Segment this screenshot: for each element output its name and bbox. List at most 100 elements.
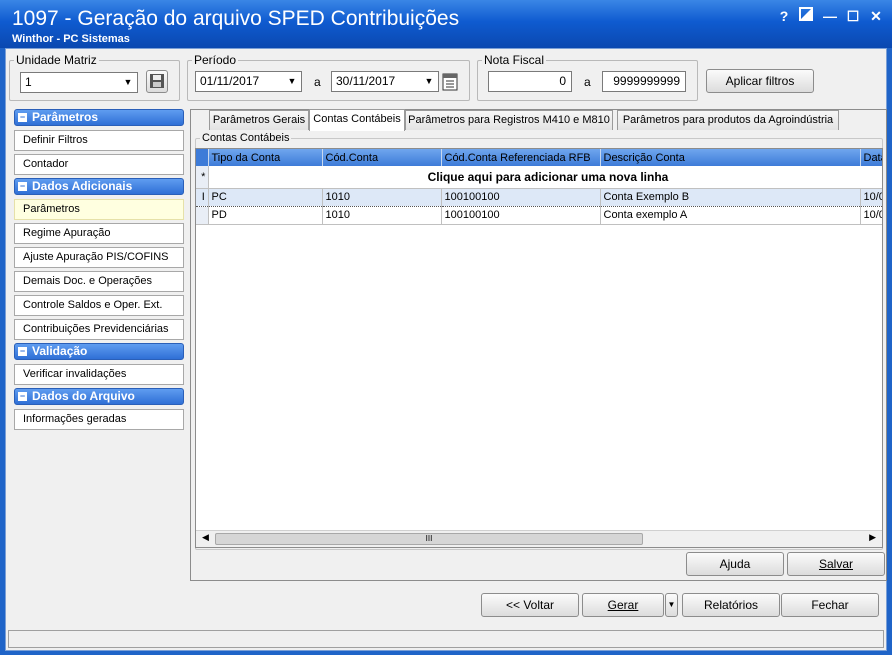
generate-button-label: Gerar (607, 598, 639, 612)
horizontal-scrollbar[interactable]: ◀ III ▶ (196, 530, 882, 547)
window-title: 1097 - Geração do arquivo SPED Contribui… (12, 7, 460, 30)
collapse-icon[interactable]: − (18, 347, 27, 356)
chevron-down-icon[interactable]: ▼ (121, 75, 135, 90)
tab-contas-contabeis[interactable]: Contas Contábeis (309, 109, 405, 131)
date-to-value: 30/11/2017 (336, 74, 396, 88)
table-cell[interactable]: Conta Exemplo B (600, 187, 861, 207)
nota-to-input[interactable]: 9999999999 (602, 71, 686, 92)
sidebar-section-header[interactable]: − Validação (14, 343, 184, 360)
sidebar-section-header[interactable]: − Parâmetros (14, 109, 184, 126)
save-button[interactable]: Salvar (787, 552, 885, 576)
nota-from-input[interactable]: 0 (488, 71, 572, 92)
sidebar-item[interactable]: Demais Doc. e Operações (14, 271, 184, 292)
sidebar-section-title: Dados do Arquivo (32, 389, 135, 403)
sidebar-item[interactable]: Controle Saldos e Oper. Ext. (14, 295, 184, 316)
tab-panel: Parâmetros Gerais Contas Contábeis Parâm… (190, 109, 887, 581)
sidebar-item[interactable]: Definir Filtros (14, 130, 184, 151)
column-header[interactable]: Cód.Conta (322, 149, 442, 166)
close-button-label: Fechar (811, 598, 849, 612)
reports-button-label: Relatórios (703, 598, 759, 612)
tab-parametros-gerais[interactable]: Parâmetros Gerais (209, 110, 309, 130)
sidebar-section-title: Validação (32, 344, 88, 358)
sidebar-item[interactable]: Contribuições Previdenciárias (14, 319, 184, 340)
scroll-right-icon[interactable]: ▶ (869, 532, 876, 543)
table-cell[interactable]: 100100100 (441, 187, 601, 207)
date-to-field[interactable]: 30/11/2017 ▼ (331, 71, 439, 92)
status-bar (8, 630, 884, 648)
chevron-down-icon[interactable]: ▼ (285, 74, 299, 89)
collapse-icon[interactable]: − (18, 113, 27, 122)
window-subtitle: Winthor - PC Sistemas (12, 33, 130, 45)
date-from-field[interactable]: 01/11/2017 ▼ (195, 71, 302, 92)
table-row[interactable]: PD 1010 100100100 Conta exemplo A 10/0 (196, 206, 882, 225)
close-button[interactable]: Fechar (781, 593, 879, 617)
maximize-icon[interactable]: ☐ (843, 6, 863, 26)
help-button[interactable]: Ajuda (686, 552, 784, 576)
column-header[interactable]: Descrição Conta (600, 149, 861, 166)
accounts-table: Tipo da Conta Cód.Conta Cód.Conta Refere… (196, 149, 882, 225)
collapse-icon[interactable]: − (18, 182, 27, 191)
new-row-text[interactable]: Clique aqui para adicionar uma nova linh… (208, 166, 882, 189)
nota-separator: a (584, 75, 591, 89)
back-button[interactable]: << Voltar (481, 593, 579, 617)
help-button-label: Ajuda (719, 557, 751, 571)
row-indicator: I (196, 187, 209, 207)
date-from-value: 01/11/2017 (200, 74, 260, 88)
sidebar-item[interactable]: Regime Apuração (14, 223, 184, 244)
contas-contabeis-legend: Contas Contábeis (202, 132, 290, 144)
tab-agroindustria[interactable]: Parâmetros para produtos da Agroindústri… (617, 110, 839, 130)
save-icon[interactable] (146, 70, 168, 93)
table-cell[interactable]: 10/0 (860, 206, 882, 225)
chevron-down-icon[interactable]: ▼ (422, 74, 436, 89)
generate-dropdown-icon[interactable]: ▼ (665, 593, 678, 617)
sidebar-item[interactable]: Contador (14, 154, 184, 175)
nota-fiscal-legend: Nota Fiscal (484, 53, 545, 67)
unidade-matriz-select[interactable]: 1 ▼ (20, 72, 138, 93)
save-button-label: Salvar (818, 557, 853, 571)
minimize-icon[interactable]: — (820, 6, 840, 26)
table-cell[interactable]: Conta exemplo A (600, 206, 861, 225)
periodo-legend: Período (194, 53, 237, 67)
app-window: 1097 - Geração do arquivo SPED Contribui… (0, 0, 892, 655)
sidebar-item[interactable]: Verificar invalidações (14, 364, 184, 385)
main-content: Unidade Matriz 1 ▼ Período 01/11/2017 ▼ … (5, 48, 887, 651)
unidade-matriz-value: 1 (25, 75, 32, 89)
apply-filters-button[interactable]: Aplicar filtros (706, 69, 814, 93)
table-cell[interactable]: 1010 (322, 187, 442, 207)
collapse-icon[interactable]: − (18, 392, 27, 401)
column-header[interactable]: Tipo da Conta (208, 149, 323, 166)
new-row-marker: * (196, 166, 209, 189)
table-row[interactable]: I PC 1010 100100100 Conta Exemplo B 10/0 (196, 187, 882, 207)
accounts-grid: Tipo da Conta Cód.Conta Cód.Conta Refere… (195, 148, 883, 548)
column-header[interactable]: Data (860, 149, 882, 166)
sidebar-section-title: Parâmetros (32, 110, 99, 124)
sidebar-item[interactable]: Parâmetros (14, 199, 184, 220)
sidebar-section-title: Dados Adicionais (32, 179, 133, 193)
tab-registros-m410-m810[interactable]: Parâmetros para Registros M410 e M810 (405, 110, 613, 130)
calendar-icon[interactable] (442, 72, 458, 91)
table-cell[interactable]: 10/0 (860, 187, 882, 207)
scroll-thumb[interactable]: III (215, 533, 643, 545)
close-icon[interactable]: ✕ (866, 6, 886, 26)
new-row[interactable]: * Clique aqui para adicionar uma nova li… (196, 166, 882, 189)
sidebar: − Parâmetros Definir Filtros Contador − Dados… (14, 109, 184, 433)
sidebar-item[interactable]: Ajuste Apuração PIS/COFINS (14, 247, 184, 268)
sidebar-item[interactable]: Informações geradas (14, 409, 184, 430)
sidebar-section-header[interactable]: − Dados do Arquivo (14, 388, 184, 405)
table-cell[interactable]: PC (208, 187, 323, 207)
scroll-left-icon[interactable]: ◀ (202, 532, 209, 543)
table-header-row: Tipo da Conta Cód.Conta Cód.Conta Refere… (196, 149, 882, 166)
title-bar: 1097 - Geração do arquivo SPED Contribui… (0, 0, 892, 48)
table-cell[interactable]: PD (208, 206, 323, 225)
reports-button[interactable]: Relatórios (682, 593, 780, 617)
help-icon[interactable]: ? (774, 6, 794, 26)
column-header[interactable]: Cód.Conta Referenciada RFB (441, 149, 601, 166)
back-button-label: << Voltar (505, 598, 555, 612)
table-cell[interactable]: 1010 (322, 206, 442, 225)
sidebar-section-header[interactable]: − Dados Adicionais (14, 178, 184, 195)
row-indicator (196, 206, 209, 225)
generate-button[interactable]: Gerar (582, 593, 664, 617)
unidade-matriz-legend: Unidade Matriz (16, 53, 97, 67)
table-cell[interactable]: 100100100 (441, 206, 601, 225)
restore-icon[interactable] (796, 6, 816, 26)
